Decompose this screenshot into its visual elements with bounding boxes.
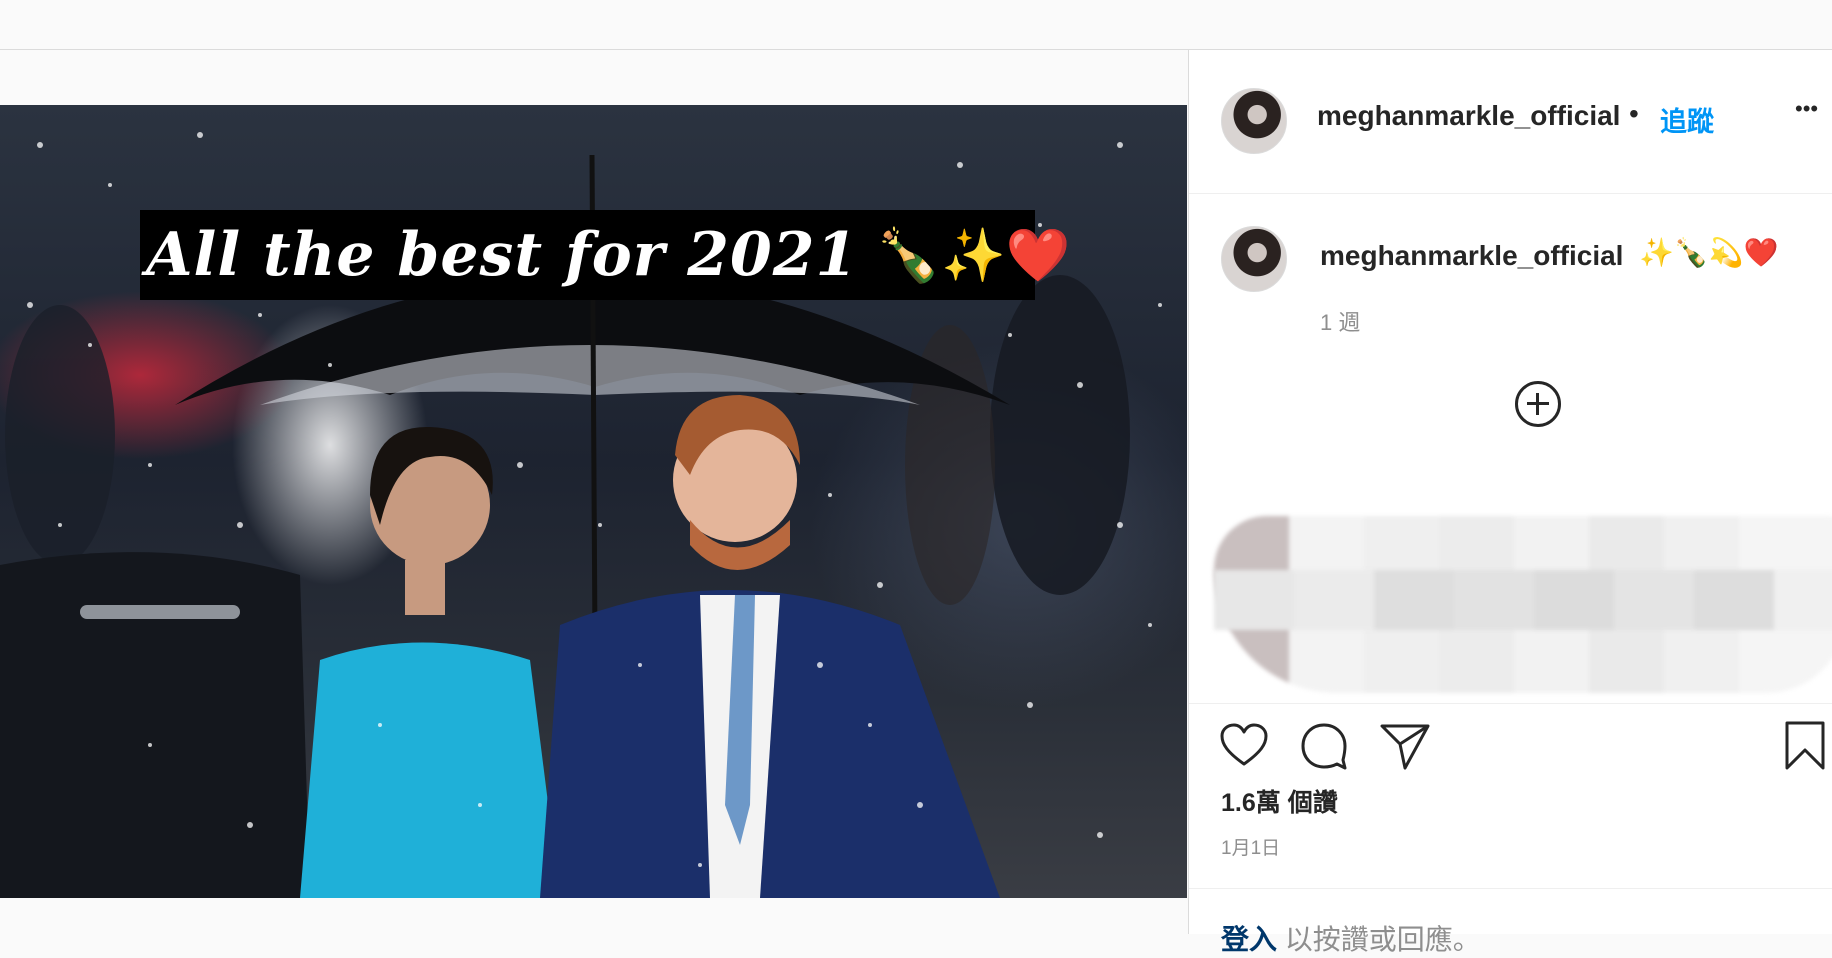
blurred-comment-row <box>1214 570 1832 630</box>
top-navigation-bar <box>0 0 1832 50</box>
post-sidebar: meghanmarkle_official • 追蹤 ••• meghanmar… <box>1188 50 1832 955</box>
post-header: meghanmarkle_official • 追蹤 ••• <box>1189 50 1832 194</box>
caption-time[interactable]: 1 週 <box>1320 305 1360 337</box>
login-prompt-text: 以按讚或回應。 <box>1277 924 1481 955</box>
avatar[interactable] <box>1221 88 1287 154</box>
bookmark-icon[interactable] <box>1783 720 1827 772</box>
caption-banner-text: All the best for 2021 <box>146 220 859 290</box>
paper-plane-icon[interactable] <box>1379 722 1431 770</box>
plus-circle-icon[interactable] <box>1515 381 1561 427</box>
more-options-icon[interactable]: ••• <box>1795 96 1818 122</box>
post-date[interactable]: 1月1日 <box>1221 833 1280 860</box>
comment-bubble-icon[interactable] <box>1299 722 1349 770</box>
caption-username[interactable]: meghanmarkle_official <box>1320 240 1623 272</box>
caption-emoji: ✨🍾💫❤️ <box>1639 237 1779 268</box>
divider <box>1189 703 1832 704</box>
header-separator: • <box>1629 98 1639 129</box>
follow-button[interactable]: 追蹤 <box>1660 100 1714 139</box>
post-media-pane: All the best for 2021 🍾✨❤️ <box>0 50 1187 934</box>
divider <box>1189 888 1832 889</box>
caption-banner-emoji: 🍾✨❤️ <box>876 226 1071 285</box>
heart-icon[interactable] <box>1219 722 1269 768</box>
post-photo[interactable]: All the best for 2021 🍾✨❤️ <box>0 105 1187 898</box>
login-link[interactable]: 登入 <box>1221 924 1277 955</box>
likes-count[interactable]: 1.6萬 個讚 <box>1221 783 1338 819</box>
avatar[interactable] <box>1221 226 1287 292</box>
caption-banner: All the best for 2021 🍾✨❤️ <box>140 210 1071 300</box>
login-prompt: 登入 以按讚或回應。 <box>1221 918 1481 958</box>
header-username[interactable]: meghanmarkle_official <box>1317 100 1620 132</box>
